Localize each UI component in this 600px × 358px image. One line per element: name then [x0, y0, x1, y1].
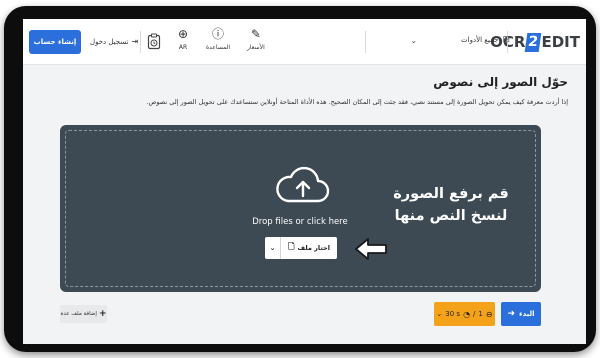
start-label: البدء [519, 310, 535, 318]
choose-file-label: اختار ملف [297, 244, 330, 252]
divider [140, 31, 141, 53]
quota-badge[interactable]: ⌄ 30 s ◔ / 1 ⊖ [434, 302, 495, 326]
all-tools-menu[interactable]: ⊞ جميع الأدوات ⌄ [410, 35, 510, 45]
annotation-line-2: لنسخ النص منها [394, 208, 508, 224]
add-more-files-button[interactable]: + إضافة ملف عدة [60, 305, 107, 323]
top-navbar: OCR 2 EDIT ⊞ جميع الأدوات ⌄ ✎ الأسعار ⓘ … [23, 19, 586, 65]
cloud-upload-icon [276, 166, 330, 203]
choose-file-button[interactable]: ⌄ اختار ملف 🗋 [265, 237, 337, 259]
nav-help[interactable]: ⓘ المساعدة [206, 27, 231, 52]
login-label: تسجيل دخول [90, 37, 129, 46]
nav-pricing-label: الأسعار [247, 44, 265, 51]
chevron-down-icon[interactable]: ⌄ [265, 237, 281, 259]
signup-button[interactable]: إنشاء حساب [29, 30, 81, 54]
chevron-down-icon: ⌄ [410, 35, 418, 45]
choose-file-label-wrap: اختار ملف 🗋 [281, 241, 337, 255]
annotation-line-1: قم برفع الصورة [393, 186, 509, 202]
divider [365, 31, 366, 53]
nav-pricing[interactable]: ✎ الأسعار [247, 27, 265, 52]
clipboard-clock-icon[interactable] [147, 33, 161, 50]
device-frame: OCR 2 EDIT ⊞ جميع الأدوات ⌄ ✎ الأسعار ⓘ … [4, 6, 596, 352]
nav-help-label: المساعدة [206, 44, 231, 51]
language-switcher[interactable]: ⊕ AR [178, 27, 189, 52]
plus-icon: + [98, 309, 107, 319]
all-tools-label: جميع الأدوات [461, 36, 499, 44]
coin-icon: ⊖ [485, 309, 493, 319]
grid-icon: ⊞ [502, 35, 510, 45]
globe-icon: ⊕ [178, 27, 189, 41]
file-dropzone[interactable]: Drop files or click here ⌄ اختار ملف 🗋 ق… [60, 125, 541, 292]
file-add-icon: 🗋 [288, 242, 295, 251]
clock-icon: ◔ [463, 309, 471, 319]
start-button[interactable]: البدء ➜ [501, 302, 541, 326]
browser-viewport: OCR 2 EDIT ⊞ جميع الأدوات ⌄ ✎ الأسعار ⓘ … [23, 19, 586, 344]
logo-number: 2 [525, 32, 542, 52]
quota-time: 30 s [445, 310, 461, 318]
drop-files-text: Drop files or click here [252, 217, 348, 227]
upload-instruction-annotation: قم برفع الصورة لنسخ النص منها [391, 183, 511, 227]
page-title: حوّل الصور إلى نصوص [433, 75, 568, 89]
pointer-arrow-icon [355, 238, 387, 260]
page-description: إذا أردت معرفة كيف يمكن تحويل الصورة إلى… [146, 98, 568, 106]
language-label: AR [178, 44, 188, 51]
arrow-right-icon: ➜ [507, 309, 516, 319]
add-files-label: إضافة ملف عدة [60, 311, 97, 317]
help-icon: ⓘ [212, 27, 225, 41]
tag-icon: ✎ [250, 27, 261, 41]
quota-count: 1 [478, 310, 483, 318]
login-link[interactable]: ⇥ تسجيل دخول [90, 37, 138, 46]
quota-separator: / [473, 310, 476, 318]
login-icon: ⇥ [131, 37, 139, 46]
chevron-down-icon: ⌄ [436, 310, 443, 318]
logo-suffix: EDIT [541, 33, 580, 51]
